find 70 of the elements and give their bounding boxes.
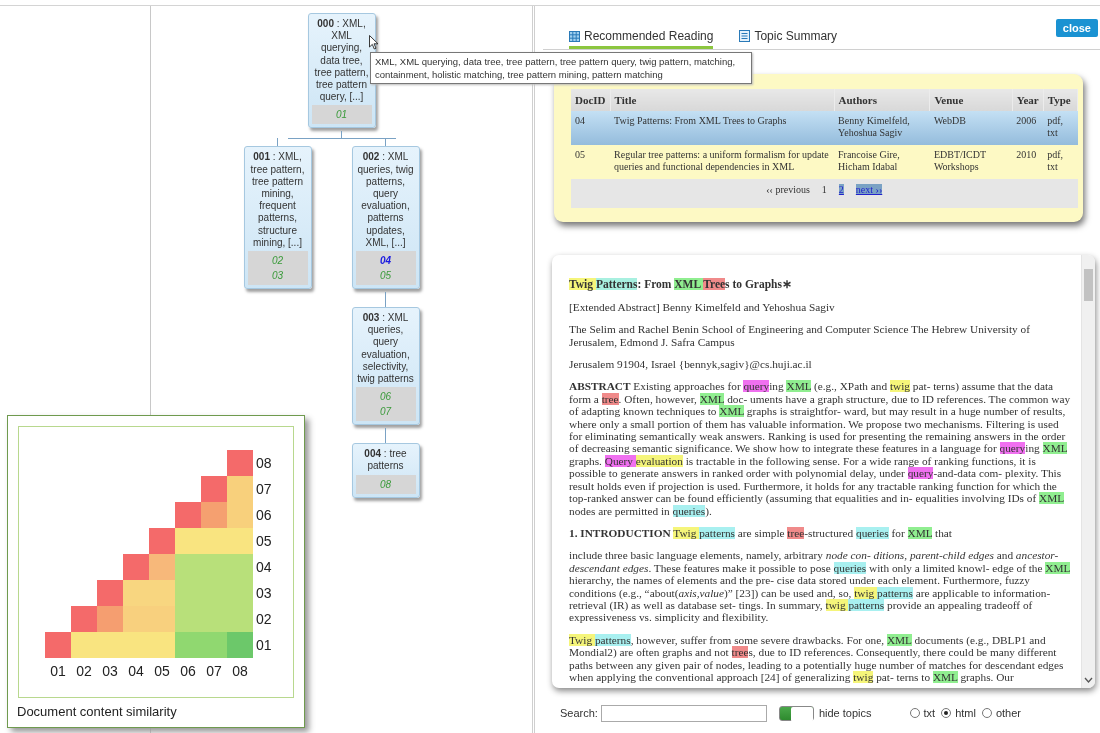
document-paragraph: [Extended Abstract] Benny Kimelfeld and Yehoshua Sagiv [569,300,836,314]
toggle-label: hide topics [818,707,872,720]
column-label: 07 [205,662,223,681]
table-cell[interactable]: WebDB [929,111,1013,146]
scrollbar[interactable] [1081,255,1095,688]
search-field[interactable] [600,704,767,722]
node-label: 001 : XML, tree pattern, tree pattern mining, frequent patterns, structure mining, [...] [250,151,305,248]
table-cell[interactable]: 2010 [1012,145,1044,180]
page-link[interactable]: 2 [838,184,844,196]
row-label: 02 [255,610,273,629]
previous-label: ‹‹ previous [766,184,810,196]
radio-button[interactable]: txt [909,707,936,720]
column-label: 03 [101,662,119,681]
column-label: 04 [127,662,145,681]
table-cell[interactable]: Francoise Gire, Hicham Idabal [834,145,930,180]
column-label: 06 [179,662,197,681]
tree-node[interactable]: 000 : XML, XML querying, data tree, tree pattern, tree pattern query, [...] 01 [307,13,376,129]
radio-button[interactable]: other [981,707,1021,720]
document-paragraph: ABSTRACT Existing approaches for querying XML (e.g., XPath and twig pat- terns) assume that the data form a tree. Often, however, XML doc- uments have a graph structure, due to ID references. The common way of adapting known techniques to XML graphs is straightfor- ward, but may result in a huge number of results, where only a small portion of them has valuable information. We propose two mechanisms. Filtering is used for eliminating semantically weak answers. Ranking is used for presenting the remaining answers in the order of decreasing semantic significance. We show how to integrate these features in a language for querying XML graphs. Query evaluation is tractable in the following sense. For a wide range of ranking functions, it is possible to generate answers in ranked order with polynomial delay, under query-and-data com- plexity. This result holds even if projection is used. Furthermore, it holds for any tractable ranking function for which the top-ranked answer can be found efficiently (assuming that equalities and in- equalities involving IDs of XML nodes are permitted in queries). [569,380,1072,517]
table-cell[interactable]: 04 [571,111,611,146]
column-header: Authors [834,89,930,112]
document-paragraph: The Selim and Rachel Benin School of Engineering and Computer Science The Hebrew University of Jerusalem, Edmond J. Safra Campus [569,323,1031,349]
connector-line [277,138,278,147]
column-label: 08 [231,662,249,681]
tab[interactable]: Topic Summary [739,29,838,50]
search-label: Search: [560,707,598,720]
node-label: 000 : XML, XML querying, data tree, tree pattern, tree pattern query, [...] [314,18,369,103]
node-label: 002 : XML queries, twig patterns, query evaluation, patterns updates, XML, [...] [357,151,414,248]
row-label: 03 [255,584,273,603]
tooltip: XML, XML querying, data tree, tree pattern, tree pattern query, twig pattern, matching, containment, holistic matching, tree pattern mining, pattern matching [370,52,752,84]
column-header: Venue [929,89,1013,112]
column-header: Type [1043,89,1078,112]
grid-icon [569,30,580,42]
table-cell[interactable]: 2006 [1012,111,1044,146]
node-label: 004 : tree patterns [364,448,407,472]
scrollbar-thumb[interactable] [1084,269,1093,302]
doc-link[interactable]: 04 [379,253,392,269]
table-cell[interactable]: EDBT/ICDT Workshops [929,145,1013,180]
document-icon [739,30,751,43]
column-header: Title [610,89,835,112]
column-label: 05 [153,662,171,681]
tab[interactable]: Recommended Reading [569,29,714,50]
column-label: 02 [75,662,93,681]
row-label: 05 [255,532,273,551]
row-label: 04 [255,558,273,577]
node-label: 003 : XML queries, query evaluation, selectivity, twig patterns [357,312,414,385]
row-label: 08 [255,454,273,473]
row-label: 01 [255,636,273,655]
column-label: 01 [49,662,67,681]
cursor-icon [369,35,379,50]
tree-node[interactable]: 004 : tree patterns 08 [351,443,420,498]
toggle-switch[interactable] [778,705,814,721]
page-link[interactable]: next ›› [855,184,883,196]
document-paragraph: Twig patterns, however, suffer from some severe drawbacks. For one, XML documents (e.g., DBLP1 and Mondial2) are often graphs and not trees, due to ID references. Consequently, there could be many different paths between any given pair of nodes, leading to a potentially huge number of matches for descendant edges when applying the conventional approach [24] of generalizing twig pat- terns to XML graphs. Our [569,633,1065,684]
row-label: 07 [255,480,273,499]
table-cell[interactable]: pdf, txt [1043,111,1078,146]
row-label: 06 [255,506,273,525]
document-paragraph: include three basic language elements, namely, arbitrary node con- ditions, parent-child edges and ancestor-descendant edges. These features make it possible to pose queries with only a limited knowl- edge of the XML hierarchy, the names of elements and the pre- cise data stored under each element. Furthermore, fuzzy conditions (e.g., “about(axis,value)” [23]) can be used and, so, twig patterns are applicable to information-retrieval (IR) as well as database set- tings. In summary, twig patterns provide an appealing tradeoff of expressiveness vs. simplicity and flexibility. [569,549,1072,624]
table-cell[interactable]: pdf, txt [1043,145,1078,180]
current-page: 1 [821,184,827,196]
chart-caption: Document content similarity [17,704,178,719]
table-cell[interactable]: Twig Patterns: From XML Trees to Graphs [610,111,835,146]
tree-node[interactable]: 002 : XML queries, twig patterns, query evaluation, patterns updates, XML, [...] 04 05 [351,146,420,290]
table-cell[interactable]: 05 [571,145,611,180]
radio-button[interactable]: html [941,707,976,720]
column-header: Year [1012,89,1044,112]
document-paragraph: Jerusalem 91904, Israel {bennyk,sagiv}@cs.huji.ac.il [569,358,813,371]
column-header: DocID [571,89,611,112]
table-cell[interactable]: Regular tree patterns: a uniform formalism for update queries and functional dependencies in XML [610,145,835,180]
table-cell[interactable]: Benny Kimelfeld, Yehoshua Sagiv [834,111,930,146]
